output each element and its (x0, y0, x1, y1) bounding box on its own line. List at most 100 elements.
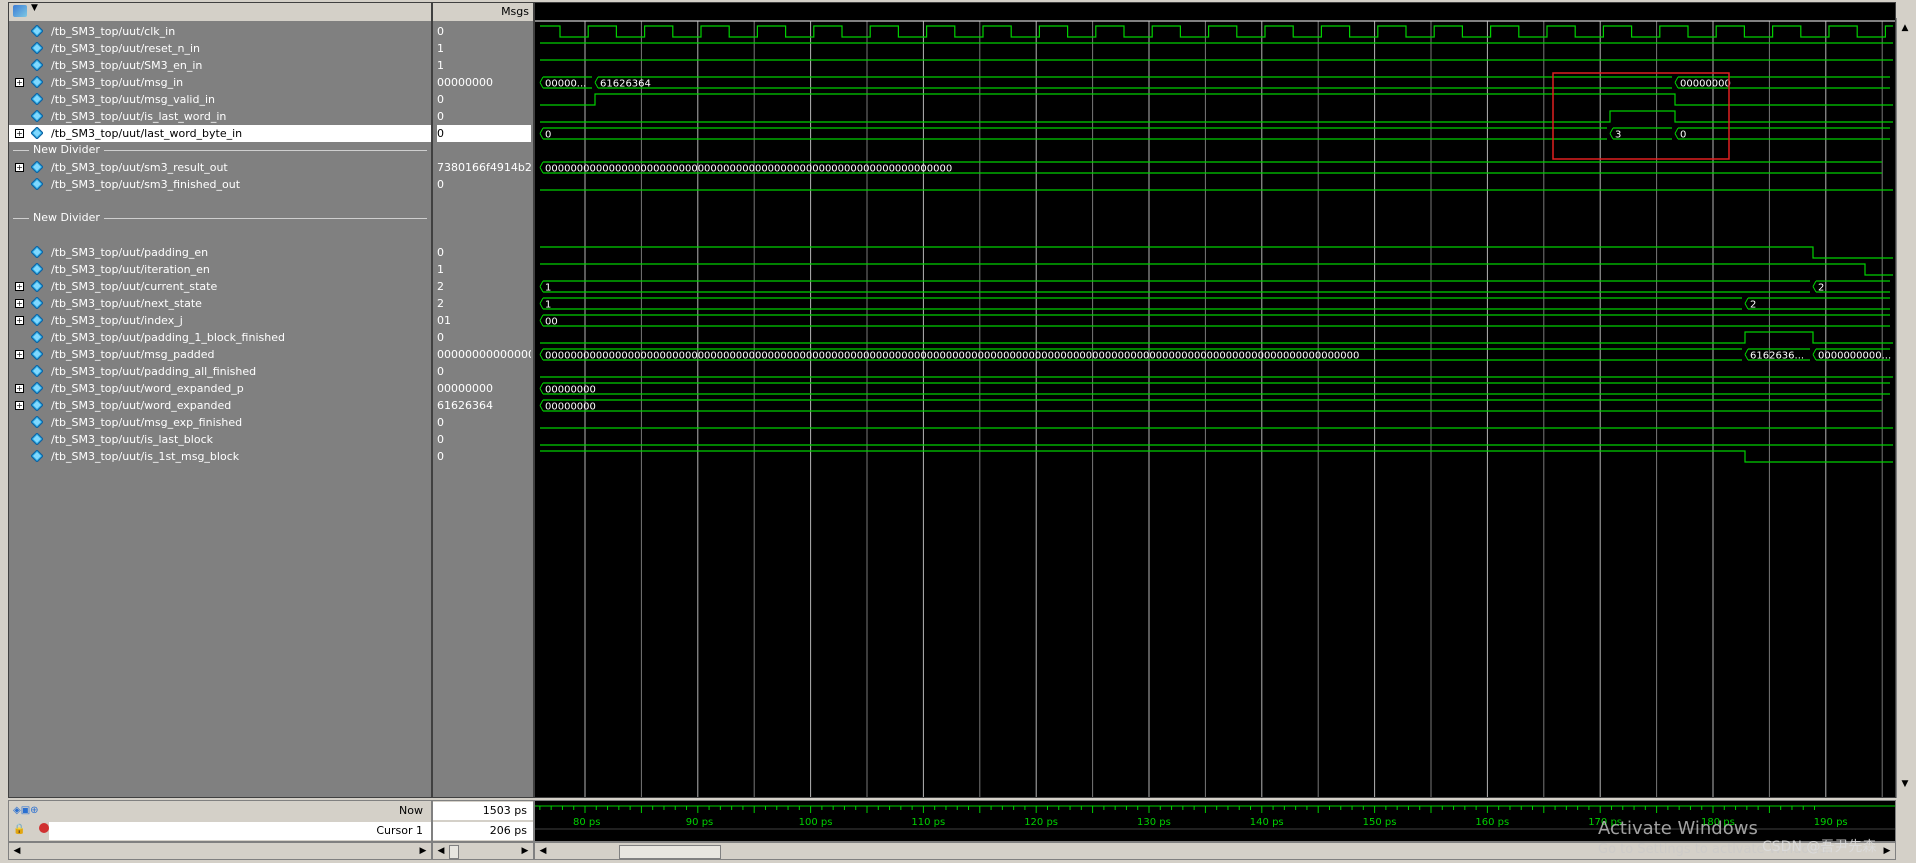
scroll-right-icon[interactable]: ▶ (519, 845, 531, 857)
chevron-down-icon[interactable]: ▼ (31, 3, 38, 13)
signal-row[interactable]: + /tb_SM3_top/uut/msg_padded (9, 346, 431, 363)
signal-value: 0 (437, 246, 444, 259)
signal-row[interactable]: + /tb_SM3_top/uut/last_word_byte_in (9, 125, 431, 142)
signal-row[interactable]: /tb_SM3_top/uut/msg_valid_in (9, 91, 431, 108)
divider-row[interactable]: New Divider (9, 142, 431, 159)
signal-name: /tb_SM3_top/uut/is_last_block (51, 433, 213, 446)
signal-name: /tb_SM3_top/uut/is_1st_msg_block (51, 450, 240, 463)
last-word-byte-wave-label: 3 (1615, 130, 1621, 141)
signal-diamond-icon (30, 126, 44, 140)
signal-diamond-icon (30, 415, 44, 429)
signal-diamond-icon (30, 449, 44, 463)
clk-wave (540, 25, 1893, 38)
signal-diamond-icon (30, 398, 44, 412)
signal-row[interactable]: /tb_SM3_top/uut/reset_n_in (9, 40, 431, 57)
names-header: ▼ (9, 3, 431, 22)
msg-padded-wave-edge (1812, 348, 1817, 361)
ruler-tick-label: 120 ps (1024, 817, 1058, 828)
signal-row[interactable]: + /tb_SM3_top/uut/next_state (9, 295, 431, 312)
expand-icon[interactable]: + (15, 129, 24, 138)
signal-diamond-icon (30, 347, 44, 361)
waveform-canvas[interactable]: 00000... 61626364 000000000 3 00000000000000… (535, 3, 1895, 797)
signal-name: /tb_SM3_top/uut/SM3_en_in (51, 59, 203, 72)
signal-diamond-icon (30, 313, 44, 327)
signal-row[interactable]: /tb_SM3_top/uut/padding_en (9, 244, 431, 261)
footer-labels: ◈▣⊕ Now 🔒 Cursor 1 (8, 800, 432, 842)
signal-row[interactable]: + /tb_SM3_top/uut/current_state (9, 278, 431, 295)
signal-value: 0 (437, 178, 444, 191)
expand-icon[interactable]: + (15, 78, 24, 87)
signal-row[interactable]: /tb_SM3_top/uut/sm3_finished_out (9, 176, 431, 193)
scroll-left-icon[interactable]: ◀ (537, 845, 549, 857)
remove-cursor-icon[interactable] (39, 823, 49, 833)
signal-diamond-icon (30, 41, 44, 55)
msg-in-wave-label: 00000... (545, 79, 586, 90)
signal-row[interactable]: /tb_SM3_top/uut/SM3_en_in (9, 57, 431, 74)
signal-row[interactable]: /tb_SM3_top/uut/is_1st_msg_block (9, 448, 431, 465)
vertical-scrollbar[interactable]: ▲ ▼ (1896, 18, 1912, 798)
current-state-wave-label: 1 (545, 283, 551, 294)
names-hscrollbar[interactable]: ◀ ▶ (8, 842, 432, 860)
lock-icon[interactable]: 🔒 (13, 824, 25, 835)
signal-diamond-icon (30, 245, 44, 259)
signal-row[interactable]: + /tb_SM3_top/uut/word_expanded_p (9, 380, 431, 397)
signal-row[interactable]: + /tb_SM3_top/uut/msg_in (9, 74, 431, 91)
divider-row[interactable]: New Divider (9, 210, 431, 227)
scroll-right-icon[interactable]: ▶ (417, 845, 429, 857)
expand-icon[interactable]: + (15, 384, 24, 393)
iteration-en-wave (540, 263, 1893, 276)
ruler-tick-label: 140 ps (1250, 817, 1284, 828)
signal-row[interactable]: + /tb_SM3_top/uut/sm3_result_out (9, 159, 431, 176)
expand-icon[interactable]: + (15, 299, 24, 308)
expand-icon[interactable]: + (15, 401, 24, 410)
signal-row[interactable]: /tb_SM3_top/uut/clk_in (9, 23, 431, 40)
msg-in-wave-edge (539, 76, 544, 89)
signal-value: 0 (437, 125, 531, 142)
waveform-pane[interactable]: 00000... 61626364 00000000 0 3 0 0000000000000… (534, 2, 1896, 798)
signal-diamond-icon (30, 296, 44, 310)
signal-value: 61626364 (437, 399, 493, 412)
expand-icon[interactable]: + (15, 163, 24, 172)
signal-row[interactable]: /tb_SM3_top/uut/is_last_block (9, 431, 431, 448)
signal-name: /tb_SM3_top/uut/index_j (51, 314, 183, 327)
expand-icon[interactable]: + (15, 350, 24, 359)
scroll-up-icon[interactable]: ▲ (1899, 22, 1911, 34)
scroll-left-icon[interactable]: ◀ (11, 845, 23, 857)
msg-valid-wave (540, 93, 1893, 106)
signal-value: 2 (437, 297, 444, 310)
scroll-thumb[interactable] (449, 845, 459, 859)
signal-value: 0 (437, 365, 444, 378)
scroll-right-icon[interactable]: ▶ (1881, 845, 1893, 857)
signal-diamond-icon (30, 92, 44, 106)
signal-row[interactable]: /tb_SM3_top/uut/padding_all_finished (9, 363, 431, 380)
expand-icon[interactable]: + (15, 282, 24, 291)
values-hscrollbar[interactable]: ◀ ▶ (432, 842, 534, 860)
scroll-thumb[interactable] (619, 845, 721, 859)
signal-names-pane[interactable]: ▼ /tb_SM3_top/uut/clk_in/tb_SM3_top/uut/… (8, 2, 432, 798)
signal-diamond-icon (30, 160, 44, 174)
signal-row[interactable]: /tb_SM3_top/uut/iteration_en (9, 261, 431, 278)
signal-row[interactable]: + /tb_SM3_top/uut/index_j (9, 312, 431, 329)
sm3-result-wave-edge (539, 161, 544, 174)
scroll-down-icon[interactable]: ▼ (1899, 778, 1911, 790)
signal-row[interactable]: /tb_SM3_top/uut/padding_1_block_finished (9, 329, 431, 346)
signal-value: 01 (437, 314, 451, 327)
next-state-wave-edge (1744, 297, 1749, 310)
signal-diamond-icon (30, 24, 44, 38)
is-last-word-wave (540, 110, 1893, 123)
signal-diamond-icon (30, 58, 44, 72)
cursor-label[interactable]: Cursor 1 (49, 822, 431, 840)
ruler-tick-label: 160 ps (1475, 817, 1509, 828)
padding-en-wave (540, 246, 1893, 259)
signal-row[interactable]: + /tb_SM3_top/uut/word_expanded (9, 397, 431, 414)
word-expanded-p-wave-edge (539, 382, 544, 395)
ruler-tick-label: 130 ps (1137, 817, 1171, 828)
signal-row[interactable]: /tb_SM3_top/uut/is_last_word_in (9, 108, 431, 125)
wave-toolbar-icon[interactable] (13, 5, 27, 17)
csdn-watermark: CSDN @吾尹先森 (1762, 839, 1877, 855)
expand-icon[interactable]: + (15, 316, 24, 325)
padding-1-block-wave (540, 331, 1893, 344)
scroll-left-icon[interactable]: ◀ (435, 845, 447, 857)
sm3-result-wave-label: 0000000000000000000000000000000000000000… (545, 164, 952, 175)
signal-row[interactable]: /tb_SM3_top/uut/msg_exp_finished (9, 414, 431, 431)
